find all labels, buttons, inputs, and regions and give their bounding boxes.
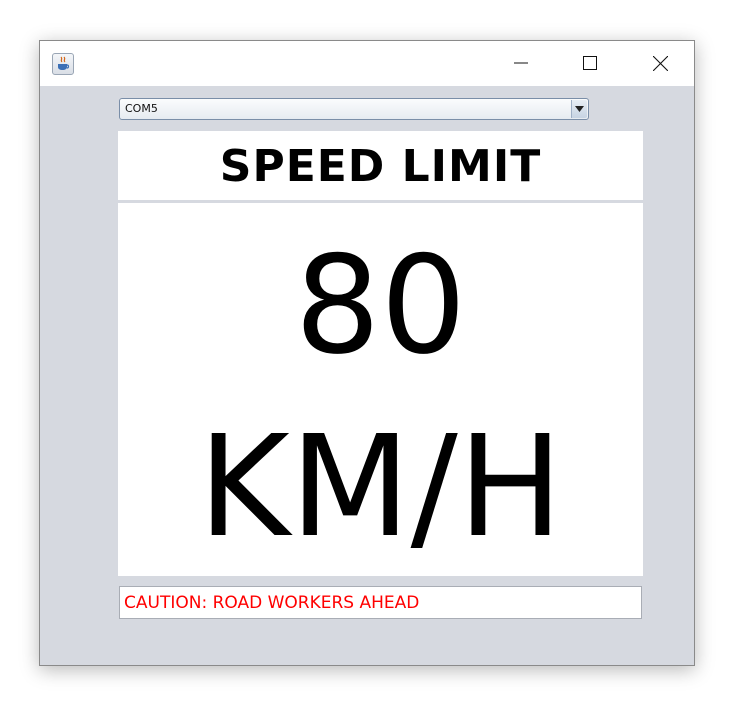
port-select-arrow-button[interactable] — [571, 100, 587, 118]
minimize-button[interactable] — [498, 41, 544, 86]
sign-heading-panel: SPEED LIMIT — [118, 131, 643, 200]
java-cup-icon[interactable] — [52, 53, 74, 75]
speed-value: 80 — [294, 227, 467, 384]
speed-sign-panel: 80 KM/H — [118, 203, 643, 576]
port-select[interactable]: COM5 — [119, 98, 589, 120]
port-select-value: COM5 — [125, 102, 158, 115]
minimize-icon — [514, 62, 528, 64]
title-bar[interactable] — [40, 41, 694, 86]
close-button[interactable] — [637, 41, 683, 86]
maximize-button[interactable] — [567, 41, 613, 86]
triangle-down-icon — [575, 106, 584, 112]
message-field[interactable]: CAUTION: ROAD WORKERS AHEAD — [119, 586, 642, 619]
close-icon — [653, 56, 668, 71]
caution-message: CAUTION: ROAD WORKERS AHEAD — [124, 593, 420, 613]
speed-unit: KM/H — [197, 406, 564, 569]
sign-heading: SPEED LIMIT — [219, 141, 542, 192]
maximize-icon — [583, 56, 597, 70]
app-window: COM5 SPEED LIMIT 80 KM/H CAUTION: ROAD W… — [39, 40, 695, 666]
